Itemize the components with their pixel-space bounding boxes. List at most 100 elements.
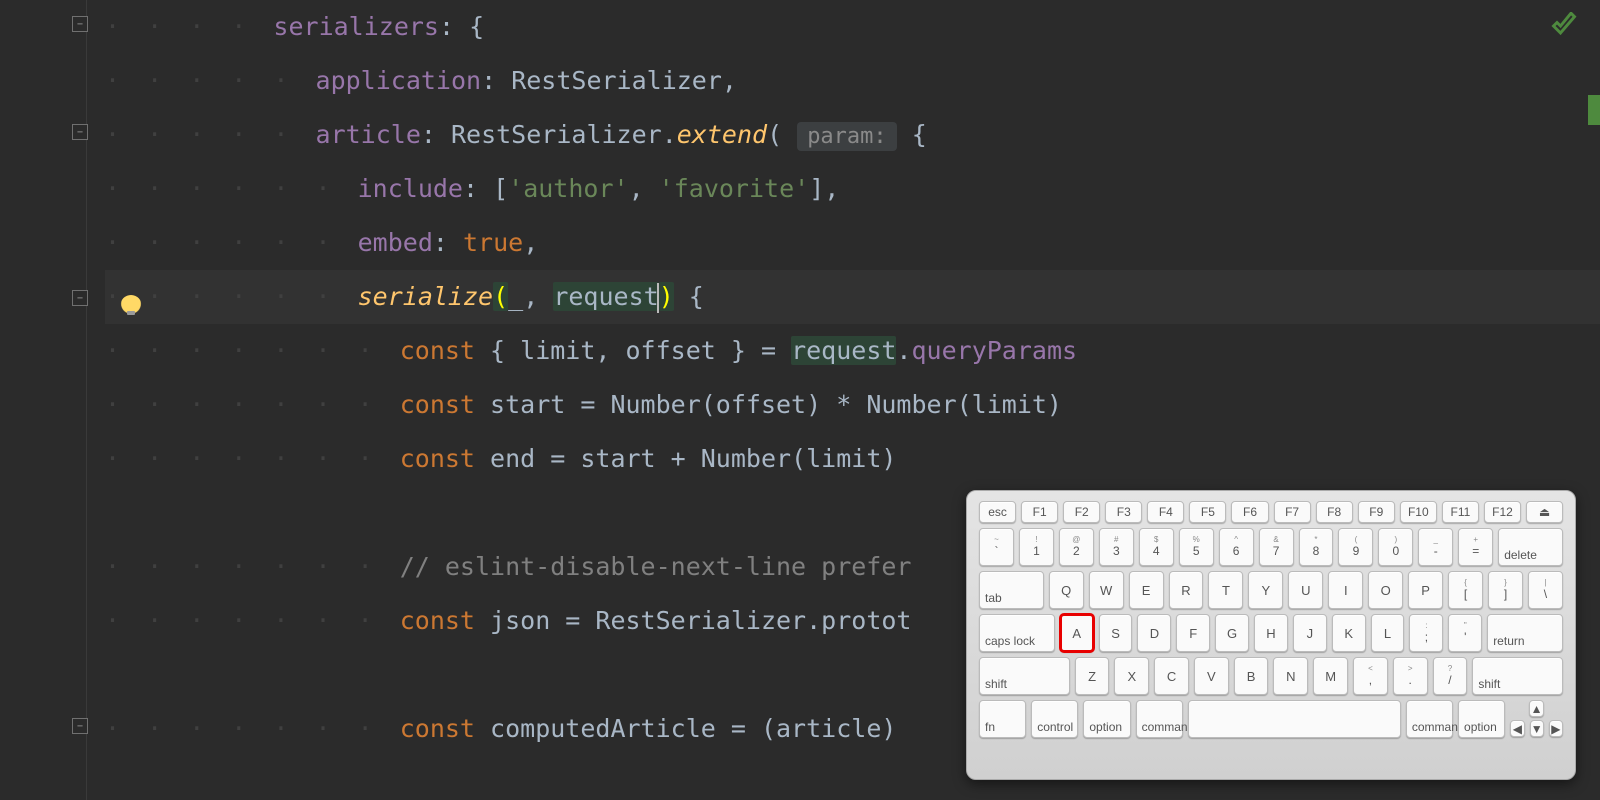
key-d[interactable]: D bbox=[1137, 614, 1171, 652]
intention-bulb-icon[interactable] bbox=[120, 295, 142, 317]
key-f7[interactable]: F7 bbox=[1274, 501, 1311, 523]
key-f[interactable]: F bbox=[1176, 614, 1210, 652]
code-line: · · · · · · include: ['author', 'favorit… bbox=[105, 162, 1600, 216]
key-,[interactable]: <, bbox=[1353, 657, 1388, 695]
code-line: · · · · · · · const { limit, offset } = … bbox=[105, 324, 1600, 378]
key-l[interactable]: L bbox=[1371, 614, 1405, 652]
key-8[interactable]: *8 bbox=[1299, 528, 1334, 566]
key-shift-right[interactable]: shift bbox=[1472, 657, 1563, 695]
key-e[interactable]: E bbox=[1129, 571, 1164, 609]
keyboard-row-3: caps lockASDFGHJKL:;"'return bbox=[979, 614, 1563, 652]
key-h[interactable]: H bbox=[1254, 614, 1288, 652]
key-0[interactable]: )0 bbox=[1378, 528, 1413, 566]
key-space[interactable] bbox=[1188, 700, 1401, 738]
key--[interactable]: _- bbox=[1418, 528, 1453, 566]
key-t[interactable]: T bbox=[1208, 571, 1243, 609]
key-option[interactable]: option bbox=[1083, 700, 1130, 738]
key-c[interactable]: C bbox=[1154, 657, 1189, 695]
key-z[interactable]: Z bbox=[1075, 657, 1110, 695]
key-/[interactable]: ?/ bbox=[1433, 657, 1468, 695]
key-arrow-right[interactable]: ▶ bbox=[1549, 720, 1563, 737]
key-b[interactable]: B bbox=[1234, 657, 1269, 695]
keyboard-row-5: fncontroloptioncommandcommandoption▲◀▼▶ bbox=[979, 700, 1563, 738]
key-f10[interactable]: F10 bbox=[1400, 501, 1437, 523]
key-shift-left[interactable]: shift bbox=[979, 657, 1070, 695]
key-k[interactable]: K bbox=[1332, 614, 1366, 652]
key-u[interactable]: U bbox=[1288, 571, 1323, 609]
key-arrow-up[interactable]: ▲ bbox=[1529, 700, 1545, 717]
code-line: · · · · · article: RestSerializer.extend… bbox=[105, 108, 1600, 162]
key-4[interactable]: $4 bbox=[1139, 528, 1174, 566]
key-r[interactable]: R bbox=[1169, 571, 1204, 609]
fold-toggle-icon[interactable] bbox=[72, 718, 88, 734]
key-arrow-down[interactable]: ▼ bbox=[1530, 720, 1544, 737]
gutter bbox=[0, 0, 95, 800]
code-line: · · · · · · embed: true, bbox=[105, 216, 1600, 270]
param-hint: param: bbox=[797, 122, 896, 151]
key-n[interactable]: N bbox=[1273, 657, 1308, 695]
key-y[interactable]: Y bbox=[1248, 571, 1283, 609]
key-capslock[interactable]: caps lock bbox=[979, 614, 1055, 652]
key-g[interactable]: G bbox=[1215, 614, 1249, 652]
key-v[interactable]: V bbox=[1194, 657, 1229, 695]
key-;[interactable]: :; bbox=[1409, 614, 1443, 652]
key-f3[interactable]: F3 bbox=[1105, 501, 1142, 523]
key-option-right[interactable]: option bbox=[1458, 700, 1505, 738]
code-line: · · · · · application: RestSerializer, bbox=[105, 54, 1600, 108]
key-.[interactable]: >. bbox=[1393, 657, 1428, 695]
fold-toggle-icon[interactable] bbox=[72, 124, 88, 140]
key-x[interactable]: X bbox=[1114, 657, 1149, 695]
key-`[interactable]: ~` bbox=[979, 528, 1014, 566]
gutter-line bbox=[86, 0, 87, 800]
key-f1[interactable]: F1 bbox=[1021, 501, 1058, 523]
key-f2[interactable]: F2 bbox=[1063, 501, 1100, 523]
key-o[interactable]: O bbox=[1368, 571, 1403, 609]
key-q[interactable]: Q bbox=[1049, 571, 1084, 609]
key-esc[interactable]: esc bbox=[979, 501, 1016, 523]
key-=[interactable]: += bbox=[1458, 528, 1493, 566]
keyboard-row-2: tabQWERTYUIOP{[}]|\ bbox=[979, 571, 1563, 609]
onscreen-keyboard: escF1F2F3F4F5F6 F7F8F9F10F11F12⏏ ~`!1@2#3… bbox=[966, 490, 1576, 780]
key-\[interactable]: |\ bbox=[1528, 571, 1563, 609]
key-delete[interactable]: delete bbox=[1498, 528, 1563, 566]
key-1[interactable]: !1 bbox=[1019, 528, 1054, 566]
key-2[interactable]: @2 bbox=[1059, 528, 1094, 566]
key-⏏[interactable]: ⏏ bbox=[1526, 501, 1563, 523]
key-i[interactable]: I bbox=[1328, 571, 1363, 609]
key-f8[interactable]: F8 bbox=[1316, 501, 1353, 523]
key-arrow-left[interactable]: ◀ bbox=[1510, 720, 1524, 737]
key-[[interactable]: {[ bbox=[1448, 571, 1483, 609]
key-f6[interactable]: F6 bbox=[1231, 501, 1268, 523]
key-][interactable]: }] bbox=[1488, 571, 1523, 609]
key-9[interactable]: (9 bbox=[1338, 528, 1373, 566]
key-tab[interactable]: tab bbox=[979, 571, 1044, 609]
code-line: · · · · · · · const end = start + Number… bbox=[105, 432, 1600, 486]
scroll-marker[interactable] bbox=[1588, 95, 1600, 125]
key-3[interactable]: #3 bbox=[1099, 528, 1134, 566]
key-f4[interactable]: F4 bbox=[1147, 501, 1184, 523]
keyboard-row-1: ~`!1@2#3$4%5^6&7*8(9)0_-+=delete bbox=[979, 528, 1563, 566]
key-w[interactable]: W bbox=[1089, 571, 1124, 609]
analysis-ok-icon[interactable] bbox=[1550, 12, 1578, 40]
key-m[interactable]: M bbox=[1313, 657, 1348, 695]
key-fn[interactable]: fn bbox=[979, 700, 1026, 738]
key-f11[interactable]: F11 bbox=[1442, 501, 1479, 523]
key-command[interactable]: command bbox=[1136, 700, 1183, 738]
key-j[interactable]: J bbox=[1293, 614, 1327, 652]
key-'[interactable]: "' bbox=[1448, 614, 1482, 652]
key-a[interactable]: A bbox=[1060, 614, 1094, 652]
key-return[interactable]: return bbox=[1487, 614, 1563, 652]
key-f12[interactable]: F12 bbox=[1484, 501, 1521, 523]
fold-toggle-icon[interactable] bbox=[72, 290, 88, 306]
key-command-right[interactable]: command bbox=[1406, 700, 1453, 738]
key-p[interactable]: P bbox=[1408, 571, 1443, 609]
keyboard-row-fn: escF1F2F3F4F5F6 F7F8F9F10F11F12⏏ bbox=[979, 501, 1563, 523]
key-s[interactable]: S bbox=[1099, 614, 1133, 652]
key-control[interactable]: control bbox=[1031, 700, 1078, 738]
key-6[interactable]: ^6 bbox=[1219, 528, 1254, 566]
key-7[interactable]: &7 bbox=[1259, 528, 1294, 566]
key-f5[interactable]: F5 bbox=[1189, 501, 1226, 523]
key-5[interactable]: %5 bbox=[1179, 528, 1214, 566]
key-f9[interactable]: F9 bbox=[1358, 501, 1395, 523]
fold-toggle-icon[interactable] bbox=[72, 16, 88, 32]
